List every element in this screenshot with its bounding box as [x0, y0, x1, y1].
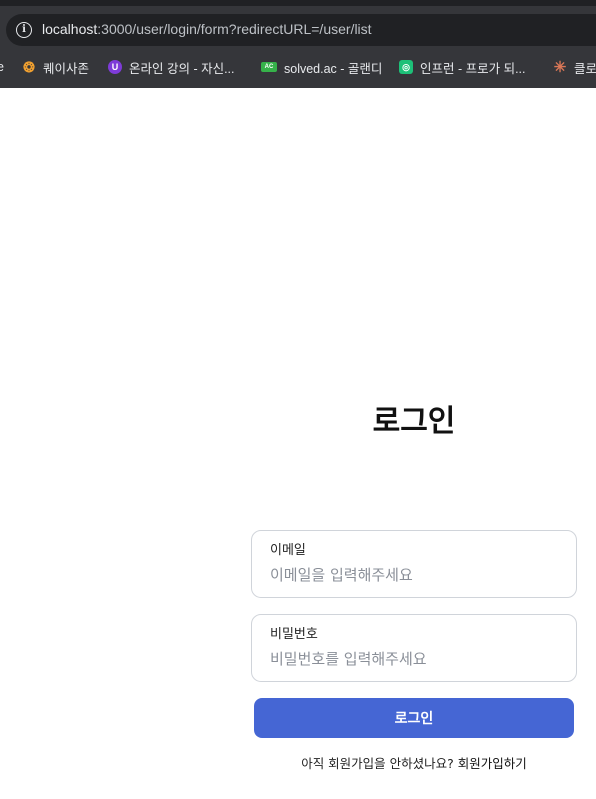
bookmark-label: solved.ac - 골랜디 — [284, 61, 383, 76]
bookmark-label: 온라인 강의 - 자신... — [129, 61, 235, 76]
email-label: 이메일 — [270, 543, 306, 558]
bookmark-item[interactable]: e — [0, 58, 4, 76]
bookmark-label: 클로 — [574, 61, 596, 76]
signup-prompt-row: 아직 회원가입을 안하셨나요? 회원가입하기 — [254, 753, 574, 772]
bookmark-label: e — [0, 60, 4, 74]
url-text[interactable]: localhost:3000/user/login/form?redirectU… — [42, 21, 372, 37]
bookmark-claude[interactable]: ✳ 클로 — [553, 58, 596, 76]
solved-ac-icon: AC — [261, 62, 277, 72]
bookmark-label: 퀘이사존 — [43, 61, 90, 76]
bookmark-inflearn[interactable]: ◎ 인프런 - 프로가 되... — [399, 58, 526, 76]
password-label: 비밀번호 — [270, 627, 318, 642]
tab-strip — [0, 0, 596, 6]
bookmark-solved-ac[interactable]: AC solved.ac - 골랜디 — [261, 58, 382, 76]
bookmarks-bar: e ❂ 퀘이사존 U 온라인 강의 - 자신... AC solved.ac -… — [0, 52, 596, 82]
course-site-icon: U — [108, 60, 122, 74]
login-button[interactable]: 로그인 — [254, 698, 574, 738]
site-info-icon[interactable]: i — [16, 22, 32, 38]
bookmark-online-course[interactable]: U 온라인 강의 - 자신... — [108, 58, 235, 76]
bookmark-label: 인프런 - 프로가 되... — [420, 61, 526, 76]
address-bar[interactable]: i localhost:3000/user/login/form?redirec… — [6, 14, 596, 46]
page-title: 로그인 — [372, 405, 456, 438]
claude-icon: ✳ — [553, 59, 567, 76]
url-host: localhost — [42, 21, 98, 37]
password-input[interactable] — [270, 647, 560, 671]
password-field[interactable]: 비밀번호 — [251, 614, 577, 682]
inflearn-icon: ◎ — [399, 60, 413, 74]
browser-chrome: i localhost:3000/user/login/form?redirec… — [0, 0, 596, 88]
quasarzone-icon: ❂ — [23, 58, 35, 75]
bookmark-quasarzone[interactable]: ❂ 퀘이사존 — [22, 58, 89, 76]
url-path: :3000/user/login/form?redirectURL=/user/… — [97, 21, 372, 37]
signup-link[interactable]: 회원가입하기 — [458, 756, 527, 771]
email-input[interactable] — [270, 563, 560, 587]
signup-prompt-text: 아직 회원가입을 안하셨나요? — [301, 756, 454, 771]
email-field[interactable]: 이메일 — [251, 530, 577, 598]
